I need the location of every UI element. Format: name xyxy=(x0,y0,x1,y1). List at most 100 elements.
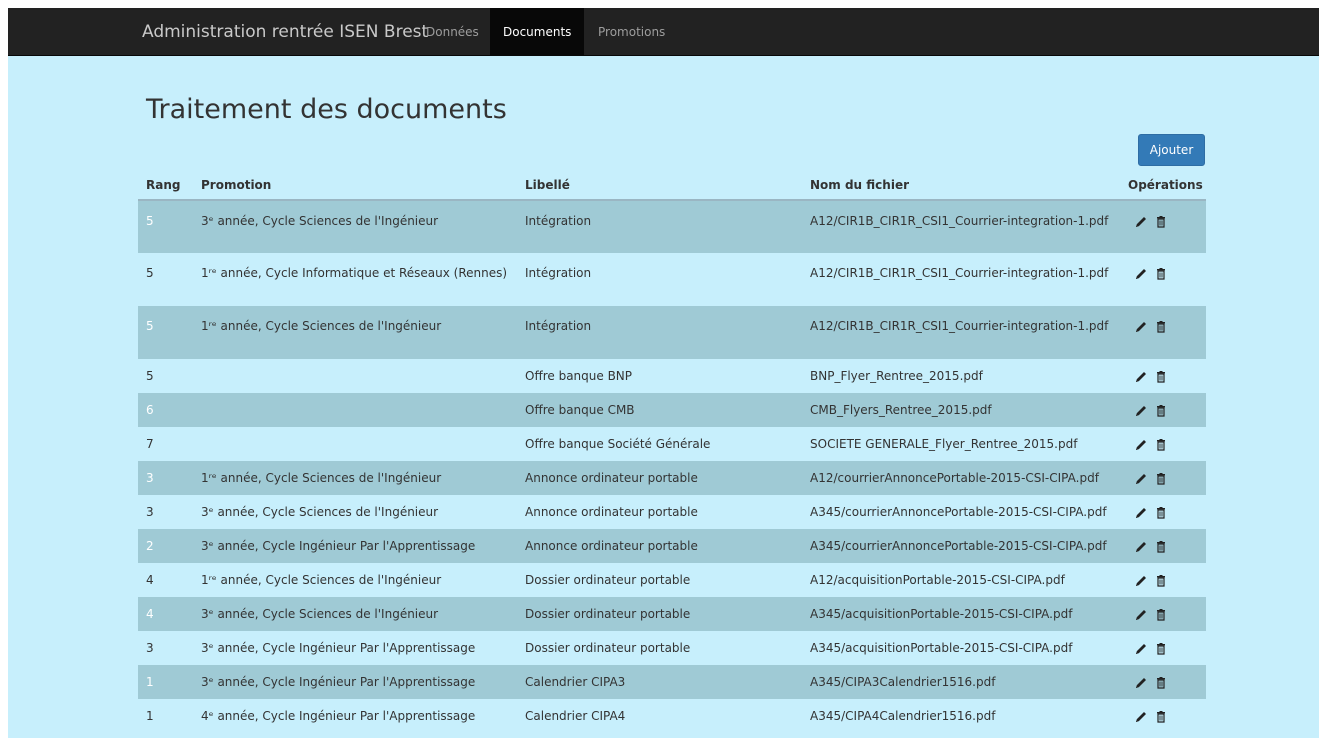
cell-libelle: Calendrier CIPA3 xyxy=(517,665,802,699)
cell-fichier: A345/courrierAnnoncePortable-2015-CSI-CI… xyxy=(802,529,1120,563)
cell-promotion: 1ʳᵉ année, Cycle Sciences de l'Ingénieur xyxy=(193,306,517,359)
nav-item-promotions[interactable]: Promotions xyxy=(585,8,678,56)
cell-operations xyxy=(1120,306,1206,359)
trash-icon[interactable] xyxy=(1154,608,1168,622)
cell-rang: 6 xyxy=(138,393,193,427)
cell-promotion: 3ᵉ année, Cycle Sciences de l'Ingénieur xyxy=(193,597,517,631)
cell-fichier: A345/CIPA4Calendrier1516.pdf xyxy=(810,709,996,723)
column-header-fichier[interactable]: Nom du fichier xyxy=(802,170,1120,201)
trash-icon[interactable] xyxy=(1154,215,1168,229)
cell-rang: 5 xyxy=(138,200,193,253)
pencil-icon[interactable] xyxy=(1134,574,1148,588)
add-button[interactable]: Ajouter xyxy=(1138,134,1205,166)
cell-promotion: 3ᵉ année, Cycle Ingénieur Par l'Apprenti… xyxy=(193,529,517,563)
cell-promotion: 3ᵉ année, Cycle Ingénieur Par l'Apprenti… xyxy=(193,665,517,699)
pencil-icon[interactable] xyxy=(1134,438,1148,452)
cell-fichier: A345/acquisitionPortable-2015-CSI-CIPA.p… xyxy=(802,597,1120,631)
navbar: Administration rentrée ISEN Brest Donnée… xyxy=(8,8,1319,56)
cell-libelle: Annonce ordinateur portable xyxy=(517,529,802,563)
cell-operations xyxy=(1120,597,1206,631)
pencil-icon[interactable] xyxy=(1134,267,1148,281)
nav-item-documents[interactable]: Documents xyxy=(490,8,585,56)
documents-table: Rang Promotion Libellé Nom du fichier Op… xyxy=(138,170,1206,733)
cell-fichier: A345/CIPA3Calendrier1516.pdf xyxy=(802,665,1120,699)
cell-libelle: Offre banque Société Générale xyxy=(525,437,711,451)
cell-libelle: Annonce ordinateur portable xyxy=(517,461,802,495)
navbar-brand[interactable]: Administration rentrée ISEN Brest xyxy=(142,8,428,56)
cell-operations xyxy=(1120,253,1206,306)
pencil-icon[interactable] xyxy=(1134,608,1148,622)
trash-icon[interactable] xyxy=(1154,506,1168,520)
cell-rang: 4 xyxy=(138,597,193,631)
pencil-icon[interactable] xyxy=(1134,506,1148,520)
cell-operations xyxy=(1120,631,1206,665)
table-row: 3 3ᵉ année, Cycle Sciences de l'Ingénieur… xyxy=(138,495,1206,529)
pencil-icon[interactable] xyxy=(1134,540,1148,554)
column-header-operations: Opérations xyxy=(1120,170,1206,201)
trash-icon[interactable] xyxy=(1154,676,1168,690)
cell-promotion: 4ᵉ année, Cycle Ingénieur Par l'Apprenti… xyxy=(201,709,476,723)
table-row: 2 3ᵉ année, Cycle Ingénieur Par l'Apprent… xyxy=(138,529,1206,563)
table-row: 3 1ʳᵉ année, Cycle Sciences de l'Ingénieu… xyxy=(138,461,1206,495)
trash-icon[interactable] xyxy=(1154,710,1168,724)
table-row: 5 3ᵉ année, Cycle Sciences de l'Ingénieur… xyxy=(138,200,1206,253)
trash-icon[interactable] xyxy=(1154,438,1168,452)
cell-rang: 5 xyxy=(138,306,193,359)
cell-fichier: A12/acquisitionPortable-2015-CSI-CIPA.pd… xyxy=(810,573,1065,587)
cell-libelle: Dossier ordinateur portable xyxy=(525,573,691,587)
trash-icon[interactable] xyxy=(1154,574,1168,588)
column-header-rang[interactable]: Rang xyxy=(138,170,193,201)
table-row: 7 Offre banque Société Générale SOCIETE GE… xyxy=(138,427,1206,461)
cell-operations xyxy=(1120,699,1206,733)
cell-operations xyxy=(1120,563,1206,597)
trash-icon[interactable] xyxy=(1154,370,1168,384)
pencil-icon[interactable] xyxy=(1134,472,1148,486)
cell-rang: 1 xyxy=(138,665,193,699)
cell-rang: 7 xyxy=(146,437,154,451)
cell-libelle: Annonce ordinateur portable xyxy=(525,505,698,519)
column-header-libelle[interactable]: Libellé xyxy=(517,170,802,201)
trash-icon[interactable] xyxy=(1154,642,1168,656)
trash-icon[interactable] xyxy=(1154,320,1168,334)
cell-fichier: A12/courrierAnnoncePortable-2015-CSI-CIP… xyxy=(802,461,1120,495)
trash-icon[interactable] xyxy=(1154,267,1168,281)
cell-operations xyxy=(1120,495,1206,529)
cell-operations xyxy=(1120,665,1206,699)
pencil-icon[interactable] xyxy=(1134,320,1148,334)
pencil-icon[interactable] xyxy=(1134,370,1148,384)
cell-rang: 3 xyxy=(146,505,154,519)
cell-rang: 3 xyxy=(138,461,193,495)
trash-icon[interactable] xyxy=(1154,540,1168,554)
table-row: 1 3ᵉ année, Cycle Ingénieur Par l'Apprent… xyxy=(138,665,1206,699)
table-header-row: Rang Promotion Libellé Nom du fichier Op… xyxy=(138,170,1206,201)
pencil-icon[interactable] xyxy=(1134,676,1148,690)
table-row: 5 Offre banque BNP BNP_Flyer_Rentree_2015.… xyxy=(138,359,1206,393)
nav-item-donnees[interactable]: Données xyxy=(413,8,492,56)
page-title: Traitement des documents xyxy=(146,94,507,125)
cell-libelle: Dossier ordinateur portable xyxy=(517,597,802,631)
cell-operations xyxy=(1120,461,1206,495)
table-row: 3 3ᵉ année, Cycle Ingénieur Par l'Apprent… xyxy=(138,631,1206,665)
pencil-icon[interactable] xyxy=(1134,642,1148,656)
pencil-icon[interactable] xyxy=(1134,710,1148,724)
cell-libelle: Dossier ordinateur portable xyxy=(525,641,691,655)
table-row: 5 1ʳᵉ année, Cycle Informatique et Réseau… xyxy=(138,253,1206,306)
app-frame: Administration rentrée ISEN Brest Donnée… xyxy=(8,8,1319,738)
cell-promotion: 1ʳᵉ année, Cycle Sciences de l'Ingénieur xyxy=(201,573,442,587)
cell-promotion: 3ᵉ année, Cycle Sciences de l'Ingénieur xyxy=(201,505,439,519)
cell-rang: 2 xyxy=(138,529,193,563)
cell-operations xyxy=(1120,529,1206,563)
cell-promotion: 1ʳᵉ année, Cycle Informatique et Réseaux… xyxy=(201,266,508,280)
pencil-icon[interactable] xyxy=(1134,215,1148,229)
cell-fichier: A345/acquisitionPortable-2015-CSI-CIPA.p… xyxy=(810,641,1073,655)
cell-libelle: Offre banque BNP xyxy=(525,369,633,383)
cell-operations xyxy=(1120,427,1206,461)
cell-fichier: A12/CIR1B_CIR1R_CSI1_Courrier-integratio… xyxy=(802,306,1120,359)
pencil-icon[interactable] xyxy=(1134,404,1148,418)
column-header-promotion[interactable]: Promotion xyxy=(193,170,517,201)
trash-icon[interactable] xyxy=(1154,472,1168,486)
cell-fichier: SOCIETE GENERALE_Flyer_Rentree_2015.pdf xyxy=(810,437,1078,451)
trash-icon[interactable] xyxy=(1154,404,1168,418)
cell-promotion: 1ʳᵉ année, Cycle Sciences de l'Ingénieur xyxy=(193,461,517,495)
cell-fichier: CMB_Flyers_Rentree_2015.pdf xyxy=(802,393,1120,427)
